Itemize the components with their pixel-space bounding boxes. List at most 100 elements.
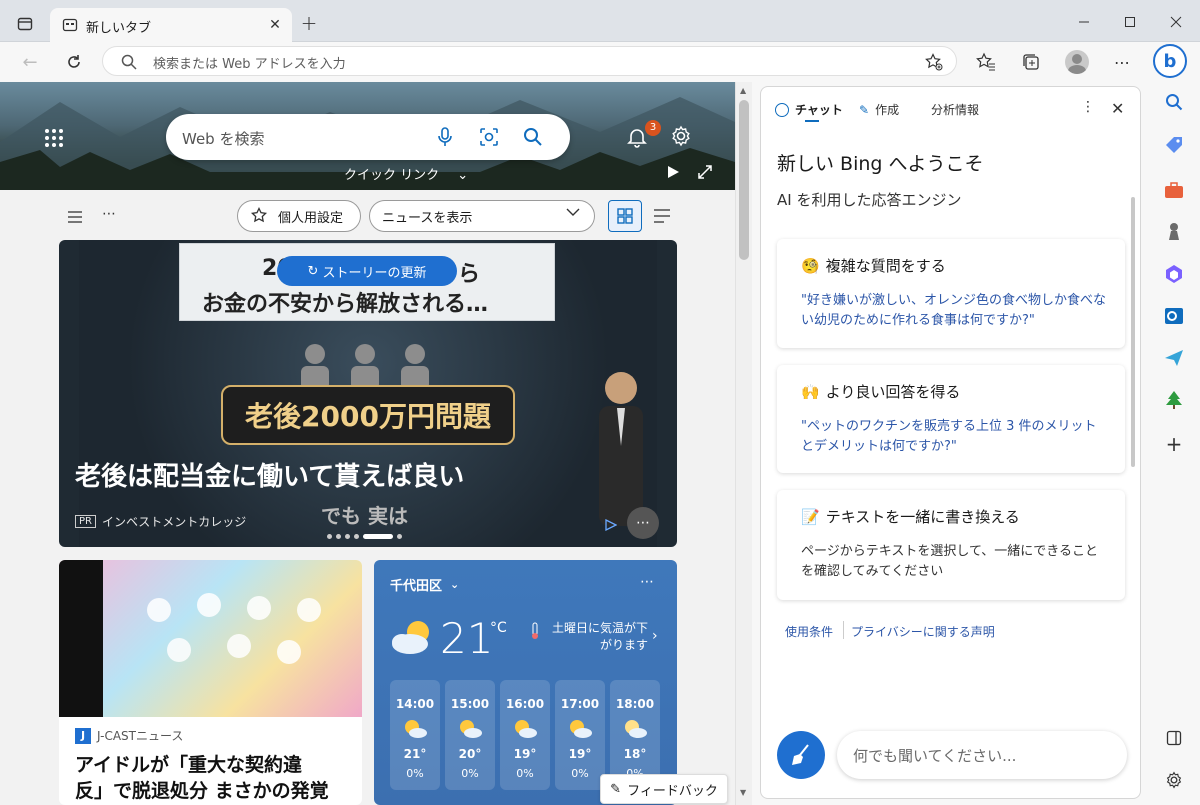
ad-choices-icon[interactable] bbox=[605, 516, 618, 532]
search-icon bbox=[121, 54, 137, 70]
feedback-button[interactable]: ✎ フィードバック bbox=[600, 774, 728, 804]
microphone-icon[interactable] bbox=[434, 126, 456, 148]
news-view-select[interactable]: ニュースを表示 bbox=[369, 200, 595, 232]
hour-precip: 0% bbox=[516, 767, 534, 780]
profile-avatar[interactable] bbox=[1065, 50, 1089, 74]
chat-input[interactable]: 何でも聞いてください... bbox=[837, 731, 1127, 779]
add-favorite-icon[interactable] bbox=[923, 51, 945, 73]
feedback-icon: ✎ bbox=[610, 781, 622, 797]
chat-input-placeholder: 何でも聞いてください... bbox=[853, 747, 1017, 765]
page-scrollbar[interactable]: ▲ ▼ bbox=[735, 82, 752, 805]
address-input[interactable]: 検索または Web アドレスを入力 bbox=[102, 46, 957, 76]
suggestion-card[interactable]: 📝 テキストを一緒に書き換える ページからテキストを選択して、一緒にできることを確… bbox=[777, 490, 1125, 600]
tab-chat[interactable]: チャット bbox=[775, 101, 843, 118]
sun-cloud-icon bbox=[445, 717, 495, 743]
news-card[interactable]: J J-CASTニュース アイドルが「重大な契約違 反」で脱退処分 まさかの発覚 bbox=[59, 560, 362, 805]
suggestion-title: 🙌 より良い回答を得る bbox=[801, 383, 961, 401]
story-headline[interactable]: 老後は配当金に働いて貰えば良い bbox=[75, 456, 464, 493]
page-settings-icon[interactable] bbox=[670, 125, 694, 149]
panel-close-icon[interactable]: ✕ bbox=[1111, 99, 1124, 118]
weather-temperature: 21 bbox=[440, 614, 494, 663]
panel-more-icon[interactable]: ⋮ bbox=[1081, 99, 1095, 115]
suggestion-card[interactable]: 🙌 より良い回答を得る "ペットのワクチンを販売する上位 3 件のメリットとデメリ… bbox=[777, 365, 1125, 473]
web-search-placeholder: Web を検索 bbox=[182, 130, 265, 148]
tab-compose[interactable]: ✎ 作成 bbox=[859, 101, 899, 118]
partly-cloudy-icon bbox=[388, 616, 436, 656]
outlook-icon[interactable] bbox=[1162, 304, 1186, 328]
apps-launcher-icon[interactable] bbox=[44, 128, 64, 148]
image-subtext: でも 実は bbox=[321, 504, 408, 528]
visual-search-icon[interactable] bbox=[478, 126, 500, 148]
weather-location[interactable]: 千代田区 ⌄ bbox=[390, 575, 459, 594]
hour-cell: 16:00 19° 0% bbox=[500, 680, 550, 790]
suggestion-card[interactable]: 🧐 複雑な質問をする "好き嫌いが激しい、オレンジ色の食べ物しか食べない幼児のため… bbox=[777, 239, 1125, 348]
shopping-tag-icon[interactable] bbox=[1162, 134, 1186, 158]
hour-temp: 19° bbox=[568, 747, 592, 761]
close-icon[interactable] bbox=[1164, 10, 1188, 34]
news-view-label: ニュースを表示 bbox=[382, 210, 473, 226]
hide-sidebar-icon[interactable] bbox=[1162, 726, 1186, 750]
toolbar-more-icon[interactable]: ⋯ bbox=[102, 206, 116, 222]
minimize-icon[interactable] bbox=[1072, 10, 1096, 34]
terms-link[interactable]: 使用条件 bbox=[785, 623, 833, 640]
scrollbar-thumb[interactable] bbox=[739, 100, 749, 260]
send-paper-plane-icon[interactable] bbox=[1162, 346, 1186, 370]
refresh-icon[interactable] bbox=[62, 50, 86, 74]
new-tab-button[interactable]: + bbox=[298, 11, 320, 35]
news-image bbox=[59, 560, 362, 717]
search-submit-icon[interactable] bbox=[522, 126, 544, 148]
hour-cell: 14:00 21° 0% bbox=[390, 680, 440, 790]
news-headline-line2[interactable]: 反」で脱退処分 まさかの発覚 bbox=[75, 776, 329, 803]
story-more-button[interactable]: ⋯ bbox=[627, 507, 659, 539]
bing-chat-panel: チャット ✎ 作成 分析情報 ⋮ ✕ 新しい Bing へようこそ AI を利用… bbox=[760, 86, 1141, 799]
collections-icon[interactable] bbox=[1019, 50, 1043, 74]
hour-temp: 20° bbox=[458, 747, 482, 761]
news-headline-line1[interactable]: アイドルが「重大な契約違 bbox=[75, 750, 302, 777]
weather-more-icon[interactable]: ⋯ bbox=[640, 574, 654, 590]
carousel-dots[interactable] bbox=[327, 534, 402, 539]
sidebar-search-icon[interactable] bbox=[1162, 90, 1186, 114]
panel-scrollbar-thumb[interactable] bbox=[1131, 197, 1135, 467]
feedback-label: フィードバック bbox=[627, 783, 718, 799]
back-icon[interactable]: ← bbox=[18, 50, 42, 74]
hour-time: 17:00 bbox=[560, 697, 600, 711]
expand-icon[interactable] bbox=[698, 164, 712, 179]
chevron-right-icon[interactable]: › bbox=[652, 628, 658, 644]
personalize-button[interactable]: 個人用設定 bbox=[237, 200, 361, 232]
scroll-down-icon[interactable]: ▼ bbox=[740, 788, 746, 797]
hour-time: 18:00 bbox=[615, 697, 655, 711]
grid-layout-button[interactable] bbox=[608, 200, 642, 232]
suggestion-title: 🧐 複雑な質問をする bbox=[801, 257, 946, 275]
hour-temp: 18° bbox=[623, 747, 647, 761]
privacy-link[interactable]: プライバシーに関する声明 bbox=[851, 623, 995, 640]
hour-temp: 21° bbox=[403, 747, 427, 761]
tab-insights[interactable]: 分析情報 bbox=[931, 101, 979, 118]
bing-chat-icon[interactable]: b bbox=[1153, 44, 1187, 78]
suggestion-body: ページからテキストを選択して、一緒にできることを確認してみてください bbox=[801, 544, 1099, 579]
play-background-icon[interactable] bbox=[666, 164, 680, 178]
featured-story-card[interactable]: 20 ら お金の不安から解放される… 老後2000万円問題 でも 実は ↻ スト… bbox=[59, 240, 677, 547]
games-chess-icon[interactable] bbox=[1162, 220, 1186, 244]
tree-icon[interactable] bbox=[1162, 388, 1186, 412]
story-update-button[interactable]: ↻ ストーリーの更新 bbox=[277, 256, 457, 286]
new-tab-page: Web を検索 3 クイック リンク ⌄ ⋯ 個人用設定 ニュースを表示 ら お… bbox=[0, 82, 752, 805]
tools-briefcase-icon[interactable] bbox=[1162, 178, 1186, 202]
tab-close-icon[interactable]: ✕ bbox=[266, 16, 284, 34]
new-topic-button[interactable] bbox=[777, 731, 825, 779]
maximize-icon[interactable] bbox=[1118, 10, 1142, 34]
tab-new-tab[interactable]: 新しいタブ ✕ bbox=[50, 8, 292, 42]
add-sidebar-app-icon[interactable]: + bbox=[1162, 432, 1186, 456]
quick-links-toggle[interactable]: クイック リンク ⌄ bbox=[344, 164, 468, 183]
more-menu-icon[interactable]: ⋯ bbox=[1110, 50, 1134, 74]
microsoft365-icon[interactable] bbox=[1162, 262, 1186, 286]
web-search-box[interactable]: Web を検索 bbox=[166, 114, 570, 160]
sidebar-toggle-icon[interactable] bbox=[14, 13, 36, 35]
list-layout-icon[interactable] bbox=[654, 208, 672, 224]
weather-card[interactable]: 千代田区 ⌄ ⋯ 21 °C 土曜日に気温が下がります › 14:00 21° … bbox=[374, 560, 677, 805]
sidebar-settings-icon[interactable] bbox=[1162, 768, 1186, 792]
bing-welcome-subtitle: AI を利用した応答エンジン bbox=[777, 191, 962, 209]
hamburger-menu-icon[interactable] bbox=[68, 208, 84, 223]
weather-alert[interactable]: 土曜日に気温が下がります bbox=[548, 620, 648, 654]
scroll-up-icon[interactable]: ▲ bbox=[740, 86, 746, 95]
favorites-icon[interactable] bbox=[974, 50, 998, 74]
